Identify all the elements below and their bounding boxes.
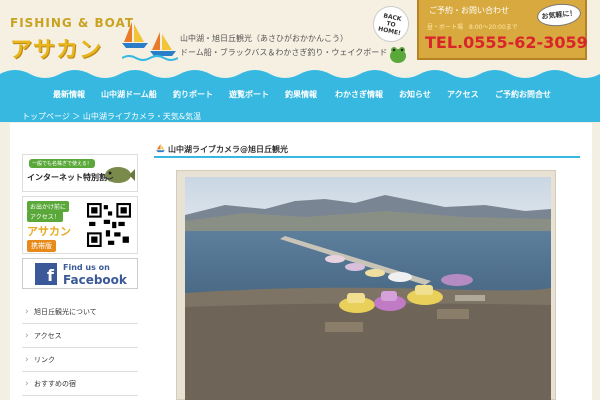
nav-item-news[interactable]: 最新情報 [53,89,85,100]
logo-title: アサカン [10,38,103,63]
nav-item-access[interactable]: アクセス [447,89,479,100]
logo-subtitle: FISHING & BOAT [10,16,135,30]
nav-item-wakasagi[interactable]: わかさぎ情報 [335,89,383,100]
facebook-find-us: Find us on [63,263,110,272]
page-title-bar: 山中湖ライブカメラ@旭日丘観光 [154,142,580,158]
mobile-site-banner[interactable]: お出かけ前に アクセス！ アサカン 携帯版 [22,196,138,254]
facebook-label: Facebook [63,273,127,287]
discount-coupon-banner[interactable]: 一般でも名株ぎで使える！ インターネット特別割引券 [22,154,138,192]
sidebar-item-links[interactable]: リンク [22,348,138,372]
contact-heading: ご予約・お問い合わせ [429,6,509,15]
contact-box[interactable]: ご予約・お問い合わせ 昼・ボート場 8:00〜20:00まで TEL.0555-… [417,0,588,60]
mobile-banner-line2: アクセス！ [27,211,63,222]
facebook-icon: f [35,263,57,285]
nav-item-catch-info[interactable]: 釣果情報 [285,89,317,100]
nav-item-dome-boat[interactable]: 山中湖ドーム船 [101,89,157,100]
boat-icon [156,144,165,153]
contact-phone[interactable]: TEL.0555-62-3059 [425,33,588,52]
sidebar-item-lodging[interactable]: おすすめの宿 [22,372,138,396]
header-services: ドーム船・ブラックバス＆わかさぎ釣り・ウェイクボード [180,48,388,57]
sidebar-item-access[interactable]: アクセス [22,324,138,348]
nav-wave-decoration [0,70,600,82]
back-to-home-button[interactable]: BACK TO HOME! [369,2,413,46]
coupon-banner-tag: 一般でも名株ぎで使える！ [29,159,95,168]
nav-item-sightseeing-boat[interactable]: 遊覧ボート [229,89,269,100]
back-home-text-3: HOME! [377,25,402,37]
boat-logo-icon [122,22,178,61]
breadcrumb[interactable]: トップページ ＞ 山中湖ライブカメラ・天気&気温 [22,111,201,122]
contact-hours: 昼・ボート場 8:00〜20:00まで [427,24,518,31]
sidebar-menu: 旭日丘観光について アクセス リンク おすすめの宿 [22,300,138,396]
contact-badge: お気軽に！ [535,1,583,29]
nav-item-notices[interactable]: お知らせ [399,89,431,100]
nav-item-fishing-port[interactable]: 釣りポート [173,89,213,100]
nav-item-reservation[interactable]: ご予約お問合せ [495,89,551,100]
page-title: 山中湖ライブカメラ@旭日丘観光 [168,145,288,154]
live-camera-image [185,177,551,400]
facebook-banner[interactable]: f Find us on Facebook [22,258,138,289]
bass-fish-icon [104,167,135,183]
main-nav: 最新情報 山中湖ドーム船 釣りポート 遊覧ボート 釣果情報 わかさぎ情報 お知ら… [0,80,600,108]
mobile-banner-label: 携帯版 [27,240,56,252]
sidebar-item-about[interactable]: 旭日丘観光について [22,300,138,324]
header-tagline: 山中湖・旭日丘観光（あさひがおかかんこう） [180,34,348,43]
site-logo[interactable]: FISHING & BOAT アサカン [10,8,178,63]
qr-code-icon [87,203,131,247]
mobile-banner-brand: アサカン [27,225,71,238]
